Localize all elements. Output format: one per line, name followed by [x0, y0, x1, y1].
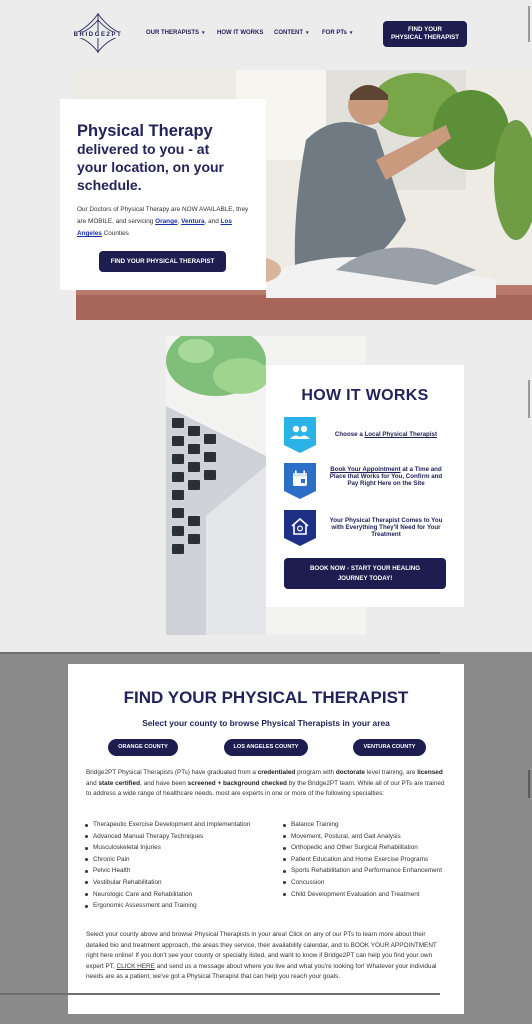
list-item: Musculoskeletal Injuries — [85, 844, 255, 852]
intro-text: and — [86, 779, 99, 787]
list-item: Patient Education and Home Exercise Prog… — [283, 856, 448, 864]
cta-line-1: FIND YOUR — [408, 26, 442, 33]
section-divider — [0, 652, 440, 654]
find-section-title: FIND YOUR PHYSICAL THERAPIST — [123, 688, 409, 707]
intro-text: , and have been — [140, 779, 188, 787]
hero-title: Physical Therapy delivered to you - at y… — [77, 122, 257, 194]
cta-line-2: PHYSICAL THERAPIST — [391, 34, 459, 41]
hero-title-line-1: Physical Therapy — [77, 122, 213, 140]
list-item: Pelvic Health — [85, 867, 255, 875]
nav-label: FOR PTs — [322, 30, 347, 36]
logo-wordmark: BRIDGE2PT — [64, 32, 132, 38]
how-it-works-card: HOW IT WORKS Choose a Local Physical The… — [266, 365, 464, 607]
orange-county-button[interactable]: ORANGE COUNTY — [108, 739, 178, 756]
find-therapist-hero-button[interactable]: FIND YOUR PHYSICAL THERAPIST — [99, 251, 226, 272]
book-now-button[interactable]: BOOK NOW - START YOUR HEALING JOURNEY TO… — [284, 558, 446, 589]
specialties-list-right: Balance Training Movement, Postural, and… — [283, 821, 448, 902]
hero-card: Physical Therapy delivered to you - at y… — [60, 99, 266, 290]
how-it-works-title: HOW IT WORKS — [301, 387, 429, 404]
intro-bold: state certified — [98, 779, 141, 787]
list-item: Balance Training — [283, 821, 448, 829]
list-item: Orthopedic and Other Surgical Rehabilita… — [283, 844, 448, 852]
nav-how-it-works[interactable]: HOW IT WORKS — [217, 30, 263, 36]
book-appointment-link[interactable]: Book Your Appointment — [330, 466, 400, 473]
chevron-down-icon: ▾ — [306, 30, 309, 36]
local-therapist-link[interactable]: Local Physical Therapist — [365, 431, 438, 438]
hero-title-line-3: your location, on your — [77, 159, 225, 175]
chevron-down-icon: ▾ — [349, 30, 353, 36]
section-divider — [0, 993, 440, 995]
list-item: Child Development Evaluation and Treatme… — [283, 891, 448, 899]
find-therapist-card: FIND YOUR PHYSICAL THERAPIST Select your… — [68, 664, 464, 1014]
chevron-down-icon: ▾ — [202, 30, 205, 36]
los-angeles-county-button[interactable]: LOS ANGELES COUNTY — [224, 739, 308, 756]
step-2-text: Book Your Appointment at a Time and Plac… — [326, 466, 446, 487]
scrollbar-thumb[interactable] — [528, 380, 530, 418]
click-here-link[interactable]: CLICK HERE — [117, 963, 155, 970]
ventura-county-button[interactable]: VENTURA COUNTY — [353, 739, 426, 756]
home-visit-icon — [284, 510, 316, 546]
nav-content[interactable]: CONTENT ▾ — [274, 30, 309, 36]
step-3-text: Your Physical Therapist Comes to You wit… — [329, 517, 443, 538]
calendar-icon — [284, 463, 316, 499]
step-1-text: Choose a Local Physical Therapist — [326, 431, 446, 438]
list-item: Concussion — [283, 879, 448, 887]
find-therapist-header-button[interactable]: FIND YOUR PHYSICAL THERAPIST — [383, 21, 467, 47]
book-now-line-1: BOOK NOW - START YOUR HEALING — [309, 565, 421, 572]
nav-for-pts[interactable]: FOR PTs ▾ — [322, 30, 352, 36]
nav-our-therapists[interactable]: OUR THERAPISTS ▾ — [146, 30, 205, 36]
specialties-list-left: Therapeutic Exercise Development and Imp… — [85, 821, 255, 914]
find-section-subtitle: Select your county to browse Physical Th… — [142, 718, 390, 728]
separator-text: , and — [204, 218, 221, 225]
intro-bold: licensed — [417, 769, 443, 776]
hero-title-line-4: schedule. — [77, 177, 142, 193]
list-item: Movement, Postural, and Gait Analysis — [283, 833, 448, 841]
intro-bold: doctorate — [335, 769, 365, 776]
list-item: Advanced Manual Therapy Techniques — [85, 833, 255, 841]
list-item: Vestibular Rehabilitation — [85, 879, 255, 887]
list-item: Neurologic Care and Rehabilitation — [85, 891, 255, 899]
list-item: Therapeutic Exercise Development and Imp… — [85, 821, 255, 829]
nav-label: CONTENT — [274, 30, 303, 36]
intro-text: level training, are — [364, 769, 418, 776]
hero-description: Our Doctors of Physical Therapy are NOW … — [77, 204, 257, 240]
scrollbar-thumb[interactable] — [528, 770, 530, 798]
list-item: Ergonomic Assessment and Training — [85, 902, 255, 910]
intro-text: Bridge2PT Physical Therapists (PTs) have… — [86, 769, 258, 776]
scrollbar-thumb[interactable] — [528, 6, 530, 42]
book-now-line-2: JOURNEY TODAY! — [337, 575, 393, 582]
hero-body-text-end: Counties — [101, 230, 129, 237]
intro-bold: screened + background checked — [187, 779, 287, 787]
intro-text: program with — [295, 769, 336, 776]
nav-label: HOW IT WORKS — [217, 30, 264, 36]
bridge2pt-logo[interactable]: BRIDGE2PT — [64, 12, 132, 54]
list-item: Chronic Pain — [85, 856, 255, 864]
step-1-prefix: Choose a — [334, 431, 365, 438]
nav-label: OUR THERAPISTS — [146, 30, 200, 36]
site-header: BRIDGE2PT OUR THERAPISTS ▾ HOW IT WORKS C… — [0, 0, 532, 66]
hero-title-line-2: delivered to you - at — [77, 141, 210, 157]
list-item: Sports Rehabilitation and Performance En… — [283, 867, 448, 875]
ventura-county-link[interactable]: Ventura — [181, 218, 204, 225]
therapists-group-icon — [284, 417, 316, 453]
orange-county-link[interactable]: Orange — [155, 218, 177, 225]
find-instructions-paragraph: Select your county above and browse Phys… — [86, 930, 448, 983]
intro-bold: credentialed — [257, 769, 296, 776]
find-intro-paragraph: Bridge2PT Physical Therapists (PTs) have… — [86, 768, 448, 800]
